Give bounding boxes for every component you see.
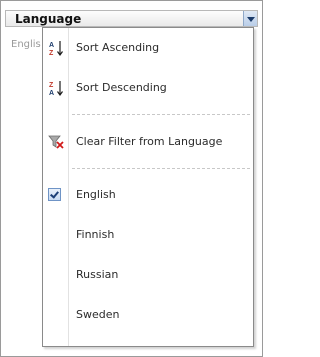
filter-option-label: English (76, 188, 116, 201)
svg-text:A: A (49, 90, 54, 97)
filter-option-sweden[interactable]: Sweden (43, 302, 253, 328)
checkbox-checked-icon[interactable] (48, 188, 61, 201)
menu-item-clear-filter[interactable]: Clear Filter from Language (43, 129, 253, 155)
column-filter-menu: A Z Sort Ascending Z A Sort Descending C… (42, 27, 254, 347)
menu-separator (72, 168, 250, 169)
sort-a-z-icon: A Z (48, 39, 65, 57)
filter-option-russian[interactable]: Russian (43, 262, 253, 288)
svg-text:Z: Z (49, 82, 54, 89)
filter-option-label: Finnish (76, 228, 115, 241)
column-header-label: Language (15, 12, 82, 26)
sort-descending-label: Sort Descending (76, 81, 167, 94)
menu-item-sort-descending[interactable]: Z A Sort Descending (43, 75, 253, 101)
svg-text:Z: Z (49, 50, 54, 57)
filter-option-label: Russian (76, 268, 119, 281)
sort-ascending-label: Sort Ascending (76, 41, 160, 54)
filter-option-label: Sweden (76, 308, 120, 321)
menu-separator (72, 114, 250, 115)
menu-item-sort-ascending[interactable]: A Z Sort Ascending (43, 35, 253, 61)
column-header-language[interactable]: Language (5, 10, 258, 27)
cell-language: Englis (11, 39, 41, 50)
list-view-frame: Language Englis A Z Sort Ascending Z A S… (0, 0, 263, 357)
filter-option-english[interactable]: English (43, 182, 253, 208)
svg-text:A: A (49, 42, 54, 49)
sort-z-a-icon: Z A (48, 79, 65, 97)
chevron-down-icon[interactable] (243, 11, 257, 26)
clear-filter-label: Clear Filter from Language (76, 135, 223, 148)
filter-option-finnish[interactable]: Finnish (43, 222, 253, 248)
clear-filter-icon (48, 133, 65, 151)
